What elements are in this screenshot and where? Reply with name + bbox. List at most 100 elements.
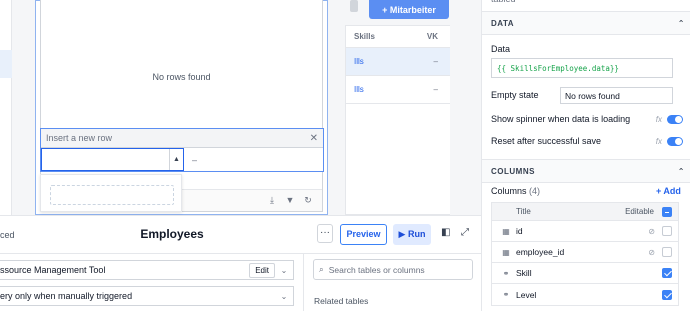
- column-editable-header: Editable: [625, 207, 654, 216]
- insert-row-header: Insert a new row ✕: [41, 129, 323, 148]
- insert-row-fields: ▲ –: [41, 148, 323, 171]
- column-header-vk[interactable]: VK: [427, 32, 438, 41]
- column-name: id: [516, 226, 523, 236]
- fx-icon[interactable]: fx: [656, 137, 662, 146]
- table-row[interactable]: Ills –: [346, 48, 450, 76]
- more-options-button[interactable]: ···: [317, 224, 333, 243]
- table-row[interactable]: Ills –: [346, 76, 450, 104]
- panel-top-fragment: tabled: [491, 0, 516, 4]
- chevron-up-icon[interactable]: ⌃: [678, 167, 685, 176]
- id-column-icon: ▦: [502, 226, 510, 236]
- column-row-employee-id[interactable]: ▦ employee_id ⊘: [492, 242, 678, 263]
- section-title-data: DATA: [491, 18, 515, 28]
- resource-value: ssource Management Tool: [0, 265, 106, 275]
- editable-all-checkbox[interactable]: [662, 206, 672, 217]
- dropdown-loading-placeholder: [50, 185, 174, 205]
- cell-skills[interactable]: Ills: [354, 85, 364, 94]
- cell-skills[interactable]: Ills: [354, 57, 364, 66]
- download-icon[interactable]: ⤓: [266, 194, 278, 206]
- fx-icon[interactable]: fx: [656, 115, 662, 124]
- editor-canvas: + Mitarbeiter Skills VK Ills – Ills – No…: [0, 0, 481, 215]
- section-header-data[interactable]: DATA ⌃: [482, 11, 690, 35]
- reset-label: Reset after successful save: [491, 136, 602, 146]
- chevron-up-down-icon[interactable]: ▲: [169, 149, 183, 170]
- add-column-button[interactable]: + Add: [656, 186, 681, 196]
- column-name: Skill: [516, 268, 532, 278]
- query-title[interactable]: Employees: [140, 227, 204, 241]
- column-row-id[interactable]: ▦ id ⊘: [492, 221, 678, 242]
- empty-state-label: Empty state: [491, 90, 539, 100]
- divider: [303, 254, 304, 311]
- hidden-eye-icon[interactable]: ⊘: [648, 248, 655, 257]
- columns-list-header: Title Editable: [492, 203, 678, 221]
- chevron-down-icon[interactable]: ⌄: [275, 292, 293, 301]
- search-tables-input[interactable]: ⌕ Search tables or columns: [313, 259, 473, 280]
- play-icon: ▶: [398, 229, 408, 239]
- empty-state-input[interactable]: No rows found: [560, 87, 673, 104]
- chevron-down-icon[interactable]: ⌄: [275, 266, 293, 275]
- hidden-eye-icon[interactable]: ⊘: [648, 227, 655, 236]
- reset-toggle[interactable]: [667, 136, 683, 146]
- refresh-icon[interactable]: ↻: [302, 194, 314, 206]
- column-header-skills[interactable]: Skills: [354, 32, 375, 41]
- columns-list: Title Editable ▦ id ⊘ ▦ employee_id ⊘ ⚭ …: [491, 202, 679, 306]
- search-icon: ⌕: [319, 264, 324, 274]
- expand-icon[interactable]: ⤢: [461, 227, 469, 238]
- data-input[interactable]: {{ SkillsForEmployee.data}}: [491, 58, 673, 78]
- search-placeholder: Search tables or columns: [328, 264, 425, 275]
- filter-icon[interactable]: ▼: [284, 194, 296, 206]
- table-header: Skills VK: [346, 26, 450, 48]
- scrollbar-thumb[interactable]: [350, 0, 358, 12]
- column-row-level[interactable]: ⚭ Level: [492, 284, 678, 305]
- selected-row-fragment[interactable]: [0, 50, 12, 78]
- select-dropdown: [40, 174, 182, 212]
- query-panel: ced Employees ··· Preview ▶ Run ◧ ⤢ ssou…: [0, 215, 481, 311]
- column-name: Level: [516, 289, 537, 300]
- insert-row-title: Insert a new row: [46, 133, 113, 143]
- link-column-icon: ⚭: [502, 290, 510, 299]
- inspector-panel: tabled DATA ⌃ Data {{ SkillsForEmployee.…: [481, 0, 690, 311]
- split-view-icon[interactable]: ◧: [441, 227, 450, 238]
- column-row-skill[interactable]: ⚭ Skill: [492, 263, 678, 284]
- related-tables-heading: Related tables: [314, 296, 369, 306]
- query-header: ced Employees ··· Preview ▶ Run ◧ ⤢: [0, 216, 481, 254]
- link-column-icon: ⚭: [502, 268, 510, 278]
- section-header-columns[interactable]: COLUMNS ⌃: [482, 159, 690, 183]
- spinner-label: Show spinner when data is loading: [491, 114, 631, 124]
- trigger-select[interactable]: ery only when manually triggered ⌄: [0, 286, 294, 306]
- skill-select-value[interactable]: [42, 149, 169, 170]
- spinner-toggle[interactable]: [667, 114, 683, 124]
- id-column-icon: ▦: [502, 247, 510, 257]
- data-label: Data: [491, 44, 511, 54]
- close-icon[interactable]: ✕: [310, 133, 318, 144]
- spinner-setting: Show spinner when data is loading fx: [491, 114, 683, 124]
- run-button[interactable]: ▶ Run: [393, 224, 431, 245]
- level-field[interactable]: –: [184, 148, 323, 171]
- resource-select[interactable]: ssource Management Tool Edit ⌄: [0, 260, 294, 280]
- preview-button[interactable]: Preview: [340, 224, 387, 245]
- edit-resource-button[interactable]: Edit: [249, 262, 275, 278]
- add-employee-button[interactable]: + Mitarbeiter: [369, 0, 449, 19]
- insert-row-form: Insert a new row ✕ ▲ –: [40, 128, 324, 172]
- reset-setting: Reset after successful save fx: [491, 136, 683, 146]
- columns-label: Columns (4): [491, 186, 540, 196]
- columns-count: (4): [529, 186, 541, 196]
- cell-vk: –: [433, 85, 438, 94]
- columns-label-text: Columns: [491, 186, 527, 196]
- column-name: employee_id: [516, 247, 565, 257]
- editable-checkbox[interactable]: [662, 226, 672, 236]
- empty-state-text: No rows found: [152, 72, 211, 82]
- skill-select[interactable]: ▲: [41, 148, 184, 171]
- employees-table: Skills VK Ills – Ills –: [345, 25, 450, 215]
- column-title-header: Title: [516, 207, 531, 216]
- cell-vk: –: [433, 57, 438, 66]
- run-label: Run: [407, 229, 426, 239]
- section-title-columns: COLUMNS: [491, 166, 535, 176]
- chevron-up-icon[interactable]: ⌃: [678, 19, 685, 28]
- trigger-value: ery only when manually triggered: [0, 291, 133, 301]
- editable-checkbox[interactable]: [662, 247, 672, 257]
- left-table-strip: [0, 0, 12, 215]
- query-tab-fragment[interactable]: ced: [0, 230, 15, 240]
- editable-checkbox[interactable]: [662, 289, 672, 300]
- editable-checkbox[interactable]: [662, 268, 672, 278]
